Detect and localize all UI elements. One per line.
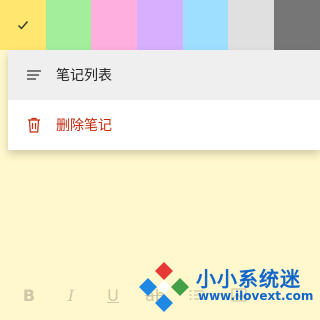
italic-button[interactable]: I <box>50 274 92 316</box>
color-swatch-yellow[interactable] <box>0 0 46 50</box>
delete-note-label: 删除笔记 <box>56 118 112 134</box>
color-swatch-charcoal[interactable] <box>274 0 320 50</box>
note-menu: 笔记列表 删除笔记 <box>8 50 320 150</box>
note-text-area[interactable] <box>0 150 320 270</box>
color-swatch-green[interactable] <box>45 0 92 50</box>
watermark-logo-icon <box>139 262 189 312</box>
color-swatch-gray[interactable] <box>228 0 275 50</box>
color-swatch-purple[interactable] <box>137 0 183 50</box>
notes-list-menu-item[interactable]: 笔记列表 <box>8 50 320 100</box>
color-palette <box>0 0 320 50</box>
bold-button[interactable]: B <box>8 274 50 316</box>
list-icon <box>26 67 42 83</box>
watermark: 小小系统迷 www.ilovext.com <box>130 255 320 315</box>
watermark-title: 小小系统迷 <box>196 267 301 291</box>
trash-icon <box>26 117 42 133</box>
delete-note-menu-item[interactable]: 删除笔记 <box>8 100 320 150</box>
notes-list-label: 笔记列表 <box>56 68 112 84</box>
watermark-url: www.ilovext.com <box>198 289 314 303</box>
check-icon <box>17 21 28 30</box>
underline-button[interactable]: U <box>92 274 134 316</box>
color-swatch-blue[interactable] <box>182 0 229 50</box>
color-swatch-pink[interactable] <box>91 0 138 50</box>
